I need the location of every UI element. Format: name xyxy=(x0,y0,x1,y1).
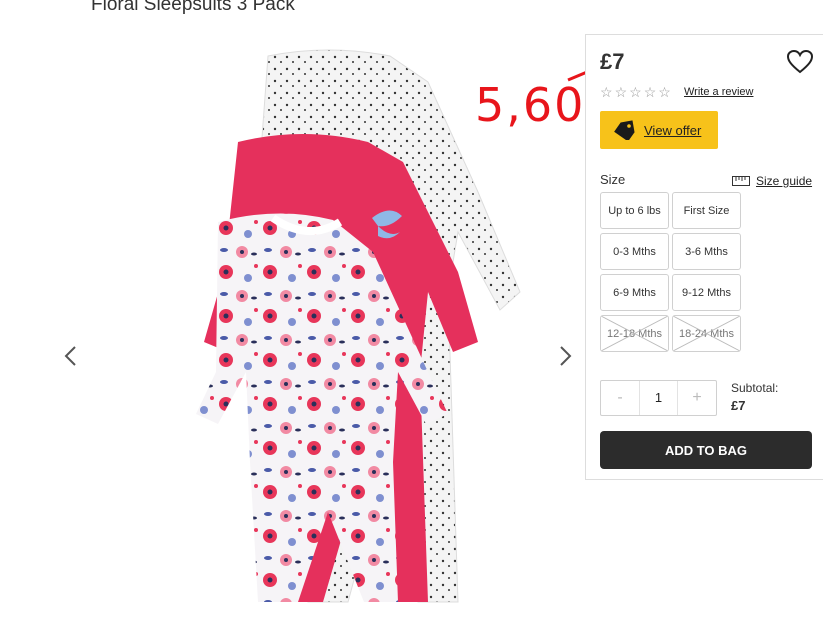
rating-stars: ☆ ☆ ☆ ☆ ☆ xyxy=(600,85,671,99)
size-option-3-6-mths[interactable]: 3-6 Mths xyxy=(672,233,741,270)
size-options: Up to 6 lbs First Size 0-3 Mths 3-6 Mths… xyxy=(600,192,741,352)
star-icon: ☆ xyxy=(600,84,613,100)
view-offer-label: View offer xyxy=(644,122,702,138)
subtotal-label: Subtotal: xyxy=(731,381,779,395)
size-option-18-24-mths[interactable]: 18-24 Mths xyxy=(672,315,741,352)
product-purchase-panel: £7 ☆ ☆ ☆ ☆ ☆ Write a review View offer S… xyxy=(585,34,823,480)
size-label: Size xyxy=(600,172,626,187)
size-option-6-9-mths[interactable]: 6-9 Mths xyxy=(600,274,669,311)
tag-icon xyxy=(614,120,635,140)
ruler-icon xyxy=(732,176,750,186)
heart-icon[interactable] xyxy=(786,49,814,75)
size-option-label: 3-6 Mths xyxy=(685,245,728,258)
size-option-up-to-6-lbs[interactable]: Up to 6 lbs xyxy=(600,192,669,229)
size-guide-link[interactable]: Size guide xyxy=(732,174,812,188)
product-image xyxy=(196,49,521,603)
size-option-label: First Size xyxy=(683,204,730,217)
size-option-12-18-mths[interactable]: 12-18 Mths xyxy=(600,315,669,352)
quantity-decrease-button[interactable]: - xyxy=(601,381,639,415)
quantity-increase-button[interactable]: + xyxy=(678,381,716,415)
view-offer-button[interactable]: View offer xyxy=(600,111,718,149)
size-option-label: Up to 6 lbs xyxy=(608,204,661,217)
unavailable-cross-icon xyxy=(601,316,668,351)
size-option-label: 0-3 Mths xyxy=(613,245,656,258)
size-guide-label: Size guide xyxy=(756,174,813,188)
star-icon: ☆ xyxy=(643,84,657,100)
size-option-first-size[interactable]: First Size xyxy=(672,192,741,229)
star-icon: ☆ xyxy=(614,84,628,100)
add-to-bag-button[interactable]: ADD TO BAG xyxy=(600,431,812,469)
write-review-link[interactable]: Write a review xyxy=(684,86,753,98)
unavailable-cross-icon xyxy=(673,316,740,351)
handwritten-price-annotation: 5,60 xyxy=(475,78,586,132)
page-title: Floral Sleepsuits 3 Pack xyxy=(91,0,295,15)
quantity-stepper: - 1 + xyxy=(600,380,717,416)
size-option-0-3-mths[interactable]: 0-3 Mths xyxy=(600,233,669,270)
chevron-left-icon[interactable] xyxy=(60,341,82,371)
product-price: £7 xyxy=(600,49,625,74)
star-icon: ☆ xyxy=(658,84,671,100)
star-icon: ☆ xyxy=(629,84,642,100)
size-option-label: 9-12 Mths xyxy=(682,286,731,299)
subtotal-value: £7 xyxy=(731,398,746,413)
size-option-label: 6-9 Mths xyxy=(613,286,656,299)
chevron-right-icon[interactable] xyxy=(554,341,576,371)
quantity-input[interactable]: 1 xyxy=(639,381,678,415)
size-option-9-12-mths[interactable]: 9-12 Mths xyxy=(672,274,741,311)
